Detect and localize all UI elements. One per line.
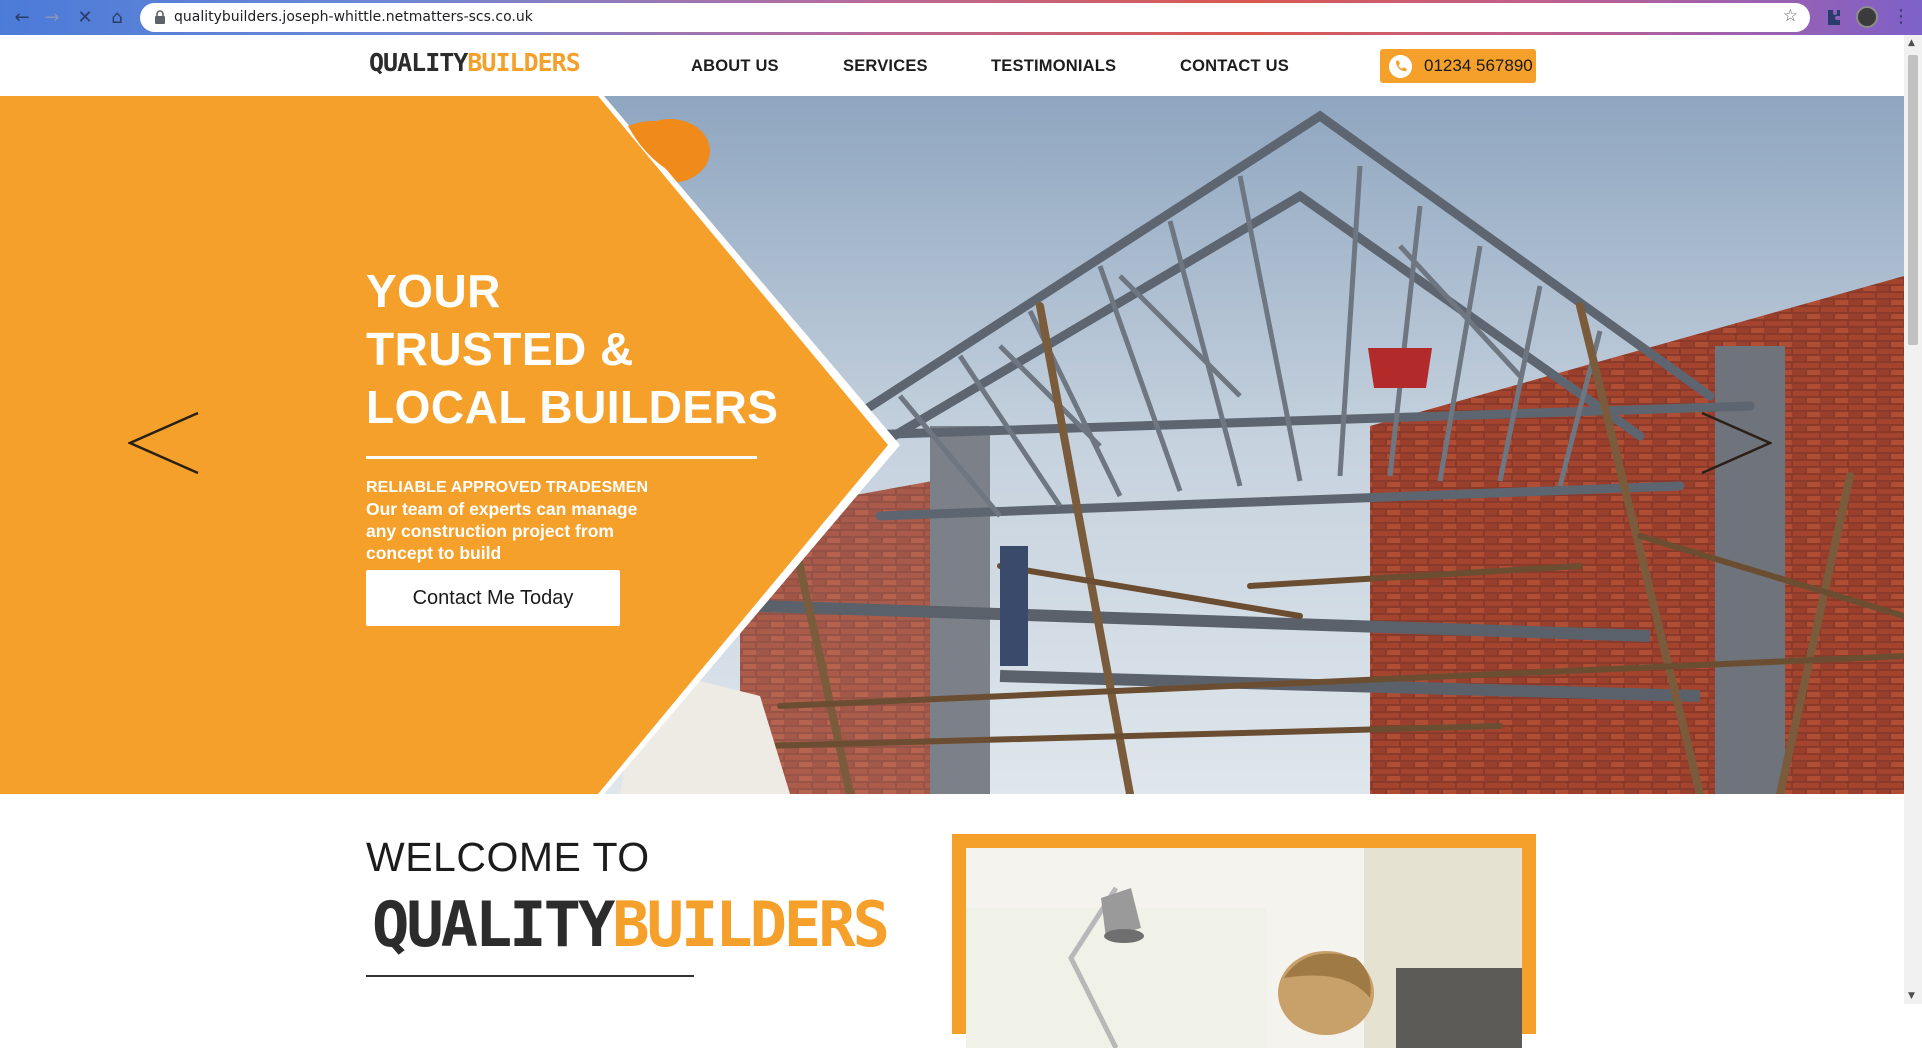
hero-description: Our team of experts can manage any const… [366, 499, 638, 563]
welcome-logo: QUALITYBUILDERS [372, 888, 890, 961]
scrollbar-thumb[interactable] [1908, 55, 1918, 345]
browser-toolbar: ← → ✕ ⌂ qualitybuilders.joseph-whittle.n… [0, 0, 1922, 35]
scroll-up-icon[interactable]: ▲ [1908, 38, 1915, 48]
phone-button[interactable]: 01234 567890 [1380, 49, 1536, 83]
phone-icon [1389, 55, 1412, 78]
lock-icon [155, 10, 165, 24]
carousel-prev-icon[interactable] [128, 407, 200, 479]
extension-icon[interactable] [1822, 6, 1844, 28]
nav-contact-us[interactable]: CONTACT US [1180, 57, 1289, 76]
site-header: QUALITYBUILDERS ABOUT US SERVICES TESTIM… [0, 35, 1904, 96]
carousel-next-icon[interactable] [1700, 407, 1772, 479]
scroll-down-icon[interactable]: ▼ [1908, 991, 1915, 1001]
bookmark-star-icon[interactable]: ☆ [1783, 6, 1798, 26]
site-logo[interactable]: QUALITYBUILDERS [369, 48, 581, 77]
welcome-logo-quality: QUALITY [372, 888, 615, 961]
profile-avatar[interactable] [1856, 6, 1878, 28]
office-photo [966, 848, 1522, 1048]
logo-builders: BUILDERS [467, 48, 580, 77]
hero-construction-photo [0, 96, 1904, 794]
contact-me-button[interactable]: Contact Me Today [366, 570, 620, 626]
nav-testimonials[interactable]: TESTIMONIALS [991, 57, 1116, 76]
welcome-image-frame [952, 834, 1536, 1048]
forward-icon[interactable]: → [40, 6, 64, 30]
hero-subtitle: RELIABLE APPROVED TRADESMEN [366, 479, 649, 496]
back-icon[interactable]: ← [10, 6, 34, 30]
hero-title-line: TRUSTED & [366, 323, 634, 375]
nav-services[interactable]: SERVICES [843, 57, 928, 76]
page-scrollbar[interactable]: ▲ ▼ [1904, 35, 1922, 1004]
browser-menu-icon[interactable]: ⋮ [1892, 6, 1910, 28]
home-icon[interactable]: ⌂ [105, 6, 129, 30]
hero-title: YOUR TRUSTED & LOCAL BUILDERS [366, 262, 779, 436]
hero-title-line: YOUR [366, 265, 501, 317]
url-text: qualitybuilders.joseph-whittle.netmatter… [174, 9, 533, 25]
hero-title-line: LOCAL BUILDERS [366, 381, 779, 433]
welcome-heading: WELCOME TO [366, 834, 650, 880]
nav-about-us[interactable]: ABOUT US [691, 57, 779, 76]
hero-carousel: YOUR TRUSTED & LOCAL BUILDERS RELIABLE A… [0, 96, 1904, 794]
welcome-divider [366, 975, 694, 977]
welcome-logo-builders: BUILDERS [612, 888, 890, 961]
phone-number: 01234 567890 [1424, 56, 1533, 75]
address-bar[interactable]: qualitybuilders.joseph-whittle.netmatter… [140, 3, 1810, 32]
logo-quality: QUALITY [369, 48, 468, 77]
hero-divider [366, 456, 757, 459]
stop-loading-icon[interactable]: ✕ [73, 6, 97, 30]
welcome-image [966, 848, 1522, 1048]
